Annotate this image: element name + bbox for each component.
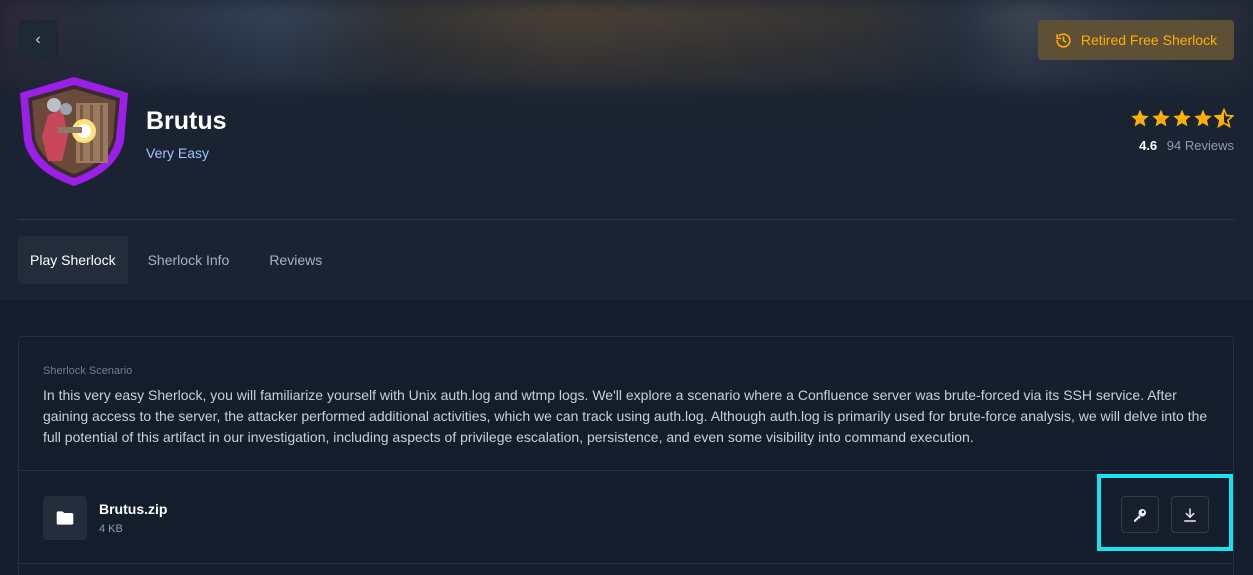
folder-icon xyxy=(43,496,87,540)
star-icon xyxy=(1173,109,1191,127)
tab-play-sherlock[interactable]: Play Sherlock xyxy=(18,236,128,284)
rating-value: 4.6 xyxy=(1139,138,1158,153)
star-half-icon xyxy=(1214,108,1234,128)
challenge-logo xyxy=(18,75,130,187)
retired-free-sherlock-badge[interactable]: Retired Free Sherlock xyxy=(1038,20,1234,60)
tab-reviews[interactable]: Reviews xyxy=(257,236,334,284)
file-name: Brutus.zip xyxy=(99,501,168,517)
back-button[interactable]: ‹ xyxy=(18,20,58,60)
chevron-left-icon: ‹ xyxy=(35,31,41,48)
file-row: Brutus.zip 4 KB xyxy=(43,496,167,540)
star-icon xyxy=(1131,109,1149,127)
tab-bar: Play Sherlock Sherlock Info Reviews xyxy=(18,236,340,284)
scenario-panel: Sherlock Scenario In this very easy Sher… xyxy=(18,336,1234,575)
rating-summary[interactable]: 4.6 94 Reviews xyxy=(1124,108,1234,153)
actions-highlight xyxy=(1097,474,1233,551)
scenario-text: In this very easy Sherlock, you will fam… xyxy=(43,387,1208,445)
scenario-label: Sherlock Scenario xyxy=(43,365,133,377)
review-count: 94 Reviews xyxy=(1166,138,1234,153)
badge-label: Retired Free Sherlock xyxy=(1080,32,1218,48)
header-divider xyxy=(18,219,1234,220)
star-rating xyxy=(1124,108,1234,128)
history-icon xyxy=(1056,32,1071,48)
difficulty-label: Very Easy xyxy=(146,145,210,161)
star-icon xyxy=(1194,109,1212,127)
file-size: 4 KB xyxy=(99,523,123,535)
tab-sherlock-info[interactable]: Sherlock Info xyxy=(136,236,242,284)
challenge-title: Brutus xyxy=(146,107,227,135)
star-icon xyxy=(1152,109,1170,127)
